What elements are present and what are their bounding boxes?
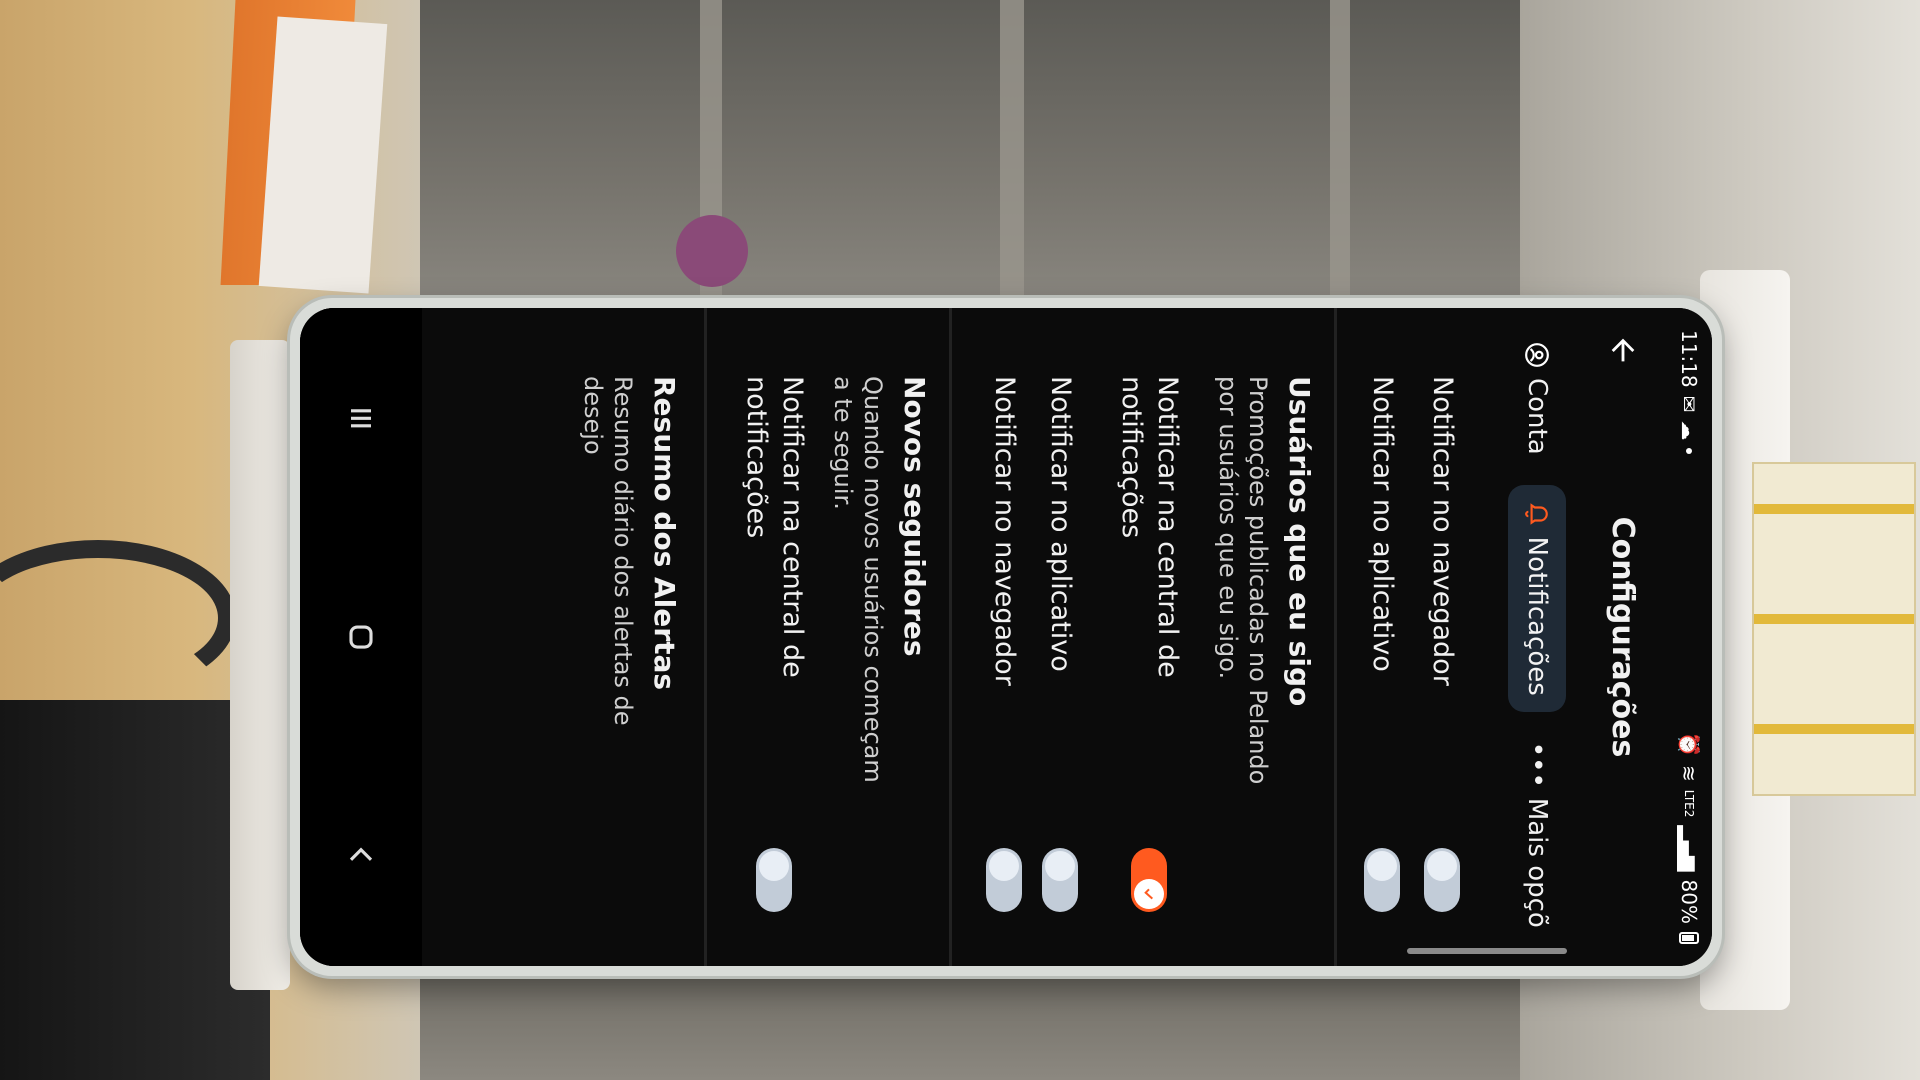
wifi-icon: ≋ <box>1677 765 1701 782</box>
setting-label: Notificar no aplicativo <box>1367 376 1398 672</box>
home-icon <box>349 625 373 649</box>
section-header: Resumo dos Alertas Resumo diário dos ale… <box>579 308 682 966</box>
section-title: Resumo dos Alertas <box>648 376 681 691</box>
chevron-left-icon <box>349 847 373 862</box>
system-nav-bar <box>300 308 422 966</box>
toggle-knob <box>1427 851 1457 881</box>
tab-label: Conta <box>1522 378 1552 455</box>
tab-label: Mais opçõ <box>1522 797 1552 928</box>
section-header: Novos seguidores Quando novos usuários c… <box>829 308 932 966</box>
toggle-knob <box>1367 851 1397 881</box>
tab-account[interactable]: Conta <box>1508 326 1566 471</box>
mail-icon: ✉ <box>1677 395 1701 413</box>
section-description: Resumo diário dos alertas de desejo <box>579 376 637 726</box>
setting-label: Notificar no aplicativo <box>1045 376 1076 672</box>
top-bar: Configurações <box>1580 308 1666 966</box>
signal-icon: ▂▄▆ <box>1677 825 1701 872</box>
warning-sticker <box>1752 462 1916 796</box>
setting-row: Notificar no navegador <box>1412 308 1472 966</box>
home-button[interactable] <box>331 607 391 667</box>
new-followers-central-toggle[interactable] <box>756 848 792 912</box>
white-paper <box>258 16 388 294</box>
arrow-left-icon <box>1611 338 1635 362</box>
setting-row: Notificar na central de notificações <box>731 308 817 966</box>
phone-screen: 11:18 ✉ ☁ ⏰ ≋ LTE2 ▂▄▆ 80% Configurações… <box>300 308 1712 966</box>
background-floor <box>420 960 1520 1080</box>
setting-label: Notificar no navegador <box>1427 376 1458 686</box>
recent-apps-icon <box>351 408 371 428</box>
section-header-text: Usuários que eu sigo Promoções publicada… <box>1213 376 1317 796</box>
settings-app: 11:18 ✉ ☁ ⏰ ≋ LTE2 ▂▄▆ 80% Configurações… <box>300 308 1712 966</box>
toggle-knob <box>759 851 789 881</box>
toggle-knob <box>1045 851 1075 881</box>
setting-row: Notificar no aplicativo <box>1352 308 1412 966</box>
browser-notification-toggle[interactable] <box>1424 848 1460 912</box>
cabinet-frame <box>1330 0 1350 300</box>
back-button[interactable] <box>1599 326 1647 374</box>
tab-notifications[interactable]: Notificações <box>1508 484 1566 712</box>
battery-icon <box>1679 932 1699 944</box>
setting-label: Notificar na central de notificações <box>741 376 808 678</box>
back-nav-button[interactable] <box>331 826 391 886</box>
notification-settings: Notificar no navegador Notificar no apli… <box>402 308 1482 966</box>
status-bar: 11:18 ✉ ☁ ⏰ ≋ LTE2 ▂▄▆ 80% <box>1666 308 1712 966</box>
purple-ball <box>676 215 748 287</box>
section-header-text: Resumo dos Alertas Resumo diário dos ale… <box>578 376 682 796</box>
background-glass-cabinet <box>420 0 1520 310</box>
setting-row: Notificar na central de notificações <box>1106 308 1192 966</box>
toggle-knob <box>989 851 1019 881</box>
notification-dot <box>1686 448 1692 455</box>
section-divider <box>704 308 707 966</box>
account-icon <box>1524 342 1550 368</box>
settings-tabs: Conta Notificações ••• Mais opçõ <box>1494 308 1580 966</box>
cloud-icon: ☁ <box>1677 420 1701 441</box>
section-header: Usuários que eu sigo Promoções publicada… <box>1207 308 1317 966</box>
followed-browser-toggle[interactable] <box>986 848 1022 912</box>
section-description: Promoções publicadas no Pelando por usuá… <box>1214 376 1272 785</box>
battery-percent: 80% <box>1677 879 1701 924</box>
section-title: Usuários que eu sigo <box>1283 376 1316 707</box>
network-label: LTE2 <box>1682 789 1696 818</box>
section-divider <box>949 308 952 966</box>
followed-central-toggle[interactable] <box>1131 848 1167 912</box>
tab-more-options[interactable]: ••• Mais opçõ <box>1508 726 1566 944</box>
followed-app-toggle[interactable] <box>1042 848 1078 912</box>
tab-label: Notificações <box>1522 536 1552 696</box>
phone: 11:18 ✉ ☁ ⏰ ≋ LTE2 ▂▄▆ 80% Configurações… <box>290 298 1722 976</box>
app-notification-toggle[interactable] <box>1364 848 1400 912</box>
toggle-knob <box>1134 879 1164 909</box>
section-header-text: Novos seguidores Quando novos usuários c… <box>828 376 932 796</box>
section-title: Novos seguidores <box>898 376 931 657</box>
page-title: Configurações <box>1605 516 1641 758</box>
setting-label: Notificar na central de notificações <box>1116 376 1183 678</box>
recent-apps-button[interactable] <box>331 388 391 448</box>
more-icon: ••• <box>1522 741 1552 788</box>
cabinet-frame <box>1000 0 1024 300</box>
section-description: Quando novos usuários começam a te segui… <box>829 376 887 783</box>
phone-mount-left <box>230 340 290 990</box>
setting-label: Notificar no navegador <box>989 376 1020 686</box>
setting-row: Notificar no navegador <box>974 308 1034 966</box>
setting-row: Notificar no aplicativo <box>1030 308 1090 966</box>
check-icon <box>1144 888 1154 900</box>
section-divider <box>1334 308 1337 966</box>
bell-icon <box>1524 501 1550 527</box>
alarm-icon: ⏰ <box>1677 732 1701 758</box>
status-time: 11:18 <box>1677 330 1701 388</box>
